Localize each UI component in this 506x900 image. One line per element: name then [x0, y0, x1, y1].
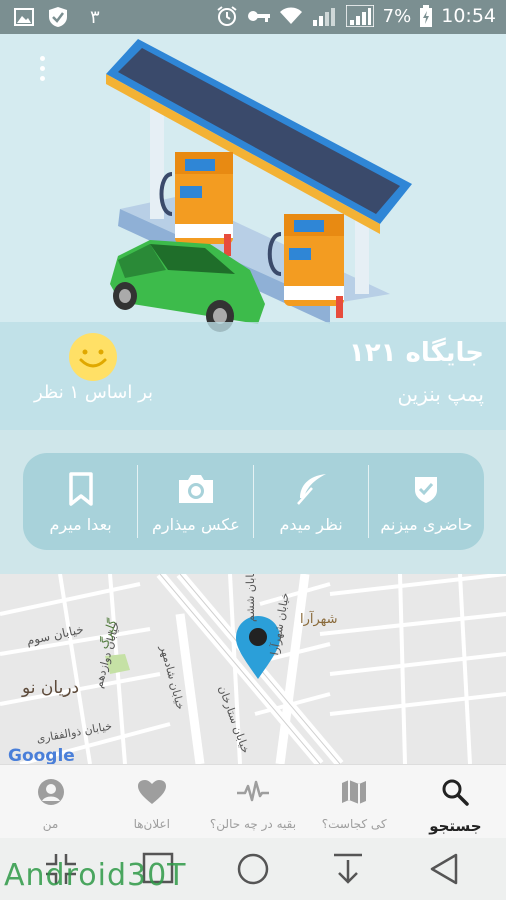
map-icon	[340, 775, 368, 809]
wifi-icon	[279, 7, 302, 25]
nav-activity[interactable]: بقیه در چه حالن؟	[202, 765, 303, 838]
alarm-icon	[216, 5, 238, 27]
action-card: حاضری میزنم نظر میدم عکس میذارم بعدا میر…	[23, 453, 484, 550]
shield-icon	[48, 6, 68, 28]
user-icon	[37, 775, 65, 809]
shield-check-icon	[413, 469, 439, 509]
camera-icon	[177, 469, 215, 509]
watermark: Android30T	[4, 858, 187, 893]
bookmark-icon	[68, 469, 94, 509]
battery-charging-icon	[420, 5, 433, 27]
notification-pull-icon[interactable]	[332, 852, 364, 890]
signal-icon	[311, 6, 337, 26]
battery-percent: 7%	[382, 5, 412, 27]
map-label-area-2: دریان نو	[22, 678, 80, 698]
status-bar: ٣ 7% 10:54	[0, 0, 506, 34]
nav-search[interactable]: جستجو	[405, 765, 506, 838]
location-map[interactable]: دریان نو گلبرگ خیابان سوم خیابان دوازدهم…	[0, 574, 506, 764]
station-type: پمپ بنزین	[397, 382, 484, 406]
signal-icon	[345, 5, 374, 27]
notification-count: ٣	[90, 6, 100, 28]
search-icon	[441, 775, 470, 809]
map-label-street-c: خیابان ششم	[244, 574, 257, 622]
rating-text: بر اساس ۱ نظر	[34, 382, 154, 403]
station-info: جایگاه ۱۲۱ پمپ بنزین بر اساس ۱ نظر	[0, 322, 506, 430]
nav-map[interactable]: کی کجاست؟	[304, 765, 405, 838]
check-in-button[interactable]: حاضری میزنم	[369, 453, 484, 550]
add-photo-button[interactable]: عکس میذارم	[138, 453, 254, 550]
home-icon[interactable]	[236, 852, 270, 890]
nav-profile[interactable]: من	[0, 765, 101, 838]
smiley-icon	[68, 332, 118, 382]
feather-icon	[294, 469, 328, 509]
key-icon	[247, 9, 271, 23]
image-icon	[14, 8, 34, 26]
heart-icon	[137, 775, 167, 809]
back-icon[interactable]	[428, 852, 460, 890]
bookmark-button[interactable]: بعدا میرم	[23, 453, 139, 550]
nav-notifications[interactable]: اعلان‌ها	[101, 765, 202, 838]
google-logo: Google	[8, 746, 75, 764]
overflow-menu-icon[interactable]	[32, 56, 52, 86]
map-label-area-1: شهرآرا	[300, 612, 338, 627]
bottom-navigation: جستجو کی کجاست؟ بقیه در چه حالن؟ اعلان‌ه…	[0, 764, 506, 838]
review-button[interactable]: نظر میدم	[254, 453, 370, 550]
clock: 10:54	[441, 5, 496, 27]
station-hero: جایگاه ۱۲۱ پمپ بنزین بر اساس ۱ نظر	[0, 34, 506, 430]
pulse-icon	[236, 775, 270, 809]
station-name: جایگاه ۱۲۱	[348, 338, 484, 368]
